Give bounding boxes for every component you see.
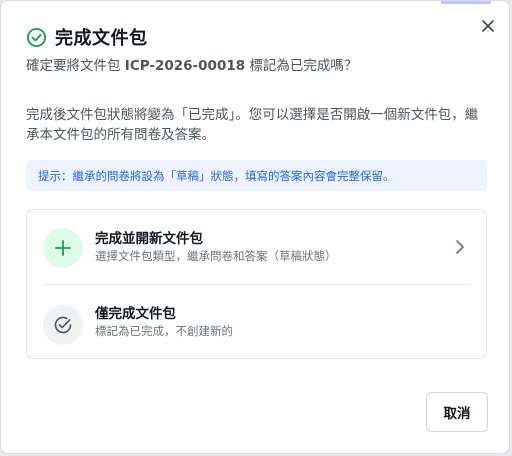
plus-icon <box>43 228 83 268</box>
option-title: 僅完成文件包 <box>95 306 176 322</box>
package-code: ICP-2026-00018 <box>124 58 246 74</box>
confirm-suffix: 標記為已完成嗎？ <box>245 58 358 74</box>
complete-package-dialog: 完成文件包 確定要將文件包 ICP-2026-00018 標記為已完成嗎？ 完成… <box>0 0 510 454</box>
confirm-question: 確定要將文件包 ICP-2026-00018 標記為已完成嗎？ <box>26 54 357 74</box>
option-subtitle: 標記為已完成，不創建新的 <box>95 324 233 338</box>
dialog-title: 完成文件包 <box>55 28 148 49</box>
description-text: 完成後文件包狀態將變為「已完成」。您可以選擇是否開啟一個新文件包，繼承本文件包的… <box>26 107 479 143</box>
close-icon <box>482 20 494 32</box>
confirm-prefix: 確定要將文件包 <box>26 58 125 74</box>
close-button[interactable] <box>477 15 499 37</box>
complete-only-option[interactable]: 僅完成文件包 標記為已完成，不創建新的 <box>27 285 486 359</box>
complete-and-new-option[interactable]: 完成並開新文件包 選擇文件包類型，繼承問卷和答案（草稿狀態） <box>27 210 486 284</box>
check-circle-icon <box>43 305 83 345</box>
hint-banner: 提示：繼承的問卷將設為「草稿」狀態，填寫的答案內容會完整保留。 <box>26 160 487 191</box>
cancel-button[interactable]: 取消 <box>426 392 488 432</box>
dialog-header: 完成文件包 <box>25 25 148 49</box>
option-subtitle: 選擇文件包類型，繼承問卷和答案（草稿狀態） <box>95 249 337 263</box>
chevron-right-icon <box>453 238 467 256</box>
check-circle-icon <box>25 26 47 48</box>
top-accent-bar <box>441 1 491 4</box>
options-list: 完成並開新文件包 選擇文件包類型，繼承問卷和答案（草稿狀態） 僅完成文件包 標記… <box>26 209 487 359</box>
option-title: 完成並開新文件包 <box>95 231 203 247</box>
